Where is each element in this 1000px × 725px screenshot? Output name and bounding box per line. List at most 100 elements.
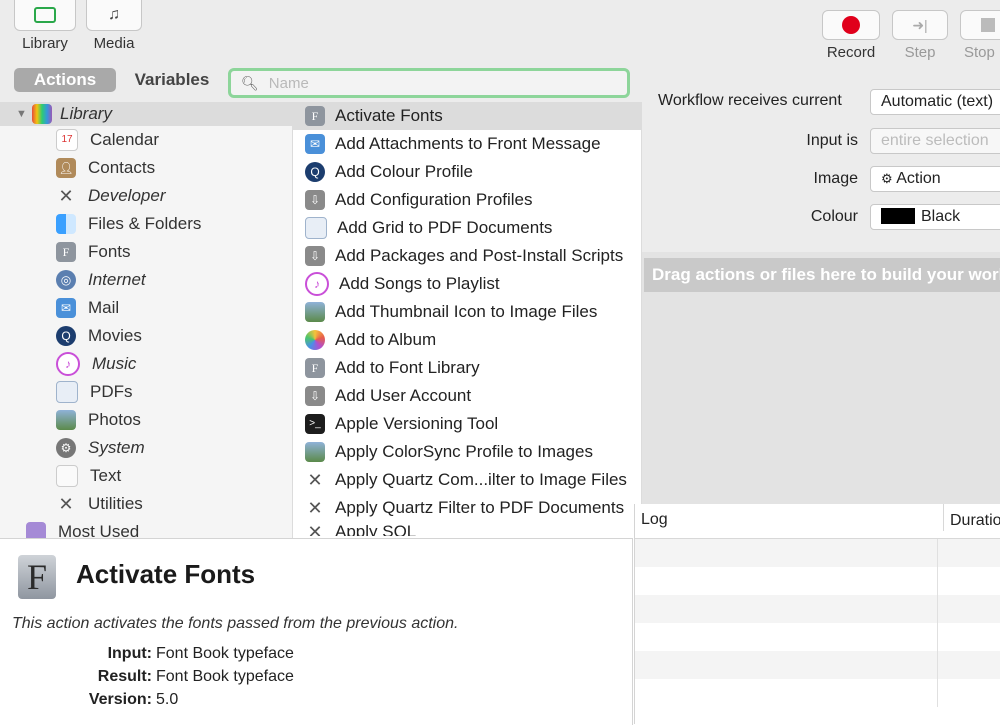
image-select[interactable]: ⚙︎ Action: [870, 166, 1000, 192]
log-row: [635, 679, 1000, 707]
action-label: Apply ColorSync Profile to Images: [335, 442, 593, 461]
media-button[interactable]: ♫ Media: [86, 0, 142, 52]
step-button[interactable]: ➜| Step: [892, 10, 948, 61]
action-item[interactable]: ♪ Add Songs to Playlist: [293, 270, 641, 298]
action-item[interactable]: F Activate Fonts: [293, 102, 641, 130]
library-list[interactable]: ▼ Library 17 Calendar 👤︎ Contacts ✕ Deve…: [0, 102, 293, 538]
drop-hint: Drag actions or files here to build your…: [644, 258, 1000, 292]
media-label: Media: [93, 35, 135, 52]
action-item[interactable]: Add to Album: [293, 326, 641, 354]
music-icon: ♪: [56, 352, 80, 376]
action-item[interactable]: ⇩ Add Configuration Profiles: [293, 186, 641, 214]
log-header: Log Duration: [635, 504, 1000, 539]
record-label: Record: [826, 44, 876, 61]
action-label: Apply Quartz Filter to PDF Documents: [335, 498, 625, 517]
action-item[interactable]: F Add to Font Library: [293, 354, 641, 382]
action-label: Add Songs to Playlist: [339, 274, 500, 293]
log-row: [635, 595, 1000, 623]
installer-icon: ⇩: [305, 246, 325, 266]
library-item[interactable]: ✕ Developer: [0, 182, 292, 210]
colour-select[interactable]: Black: [870, 204, 1000, 230]
library-item-label: PDFs: [90, 382, 133, 401]
library-item-label: Photos: [88, 410, 141, 429]
actions-list[interactable]: F Activate Fonts ✉︎ Add Attachments to F…: [293, 102, 642, 538]
log-table[interactable]: Log Duration: [634, 504, 1000, 724]
action-item[interactable]: Q Add Colour Profile: [293, 158, 641, 186]
log-column-header[interactable]: Log: [641, 511, 668, 529]
workflow-options: Workflow receives current Automatic (tex…: [642, 64, 1000, 252]
library-item[interactable]: Q Movies: [0, 322, 292, 350]
mail-icon: ✉︎: [305, 134, 325, 154]
calendar-icon: 17: [56, 129, 78, 151]
search-field[interactable]: 🔍︎: [228, 68, 630, 98]
input-is-select[interactable]: entire selection: [870, 128, 1000, 154]
action-item[interactable]: Add Thumbnail Icon to Image Files: [293, 298, 641, 326]
library-item[interactable]: F Fonts: [0, 238, 292, 266]
library-item-label: Most Used: [58, 522, 140, 538]
text-icon: [56, 465, 78, 487]
action-label: Add Colour Profile: [335, 162, 473, 181]
library-root-label: Library: [60, 104, 112, 123]
font-book-icon: F: [18, 555, 56, 599]
search-input[interactable]: [266, 73, 611, 93]
log-row: [635, 567, 1000, 595]
installer-icon: ⇩: [305, 190, 325, 210]
library-item[interactable]: ♪ Music: [0, 350, 292, 378]
library-root-item[interactable]: ▼ Library: [0, 102, 292, 126]
library-item[interactable]: ✉︎ Mail: [0, 294, 292, 322]
action-label: Activate Fonts: [335, 106, 443, 125]
library-item[interactable]: Most Used: [0, 518, 292, 538]
disclosure-triangle-icon[interactable]: ▼: [16, 102, 27, 126]
font-book-icon: F: [305, 358, 325, 378]
input-label: Input:: [107, 645, 152, 662]
action-label: Apply Quartz Com...ilter to Image Files: [335, 470, 627, 489]
description-version: Version: 5.0: [10, 691, 178, 709]
tab-variables[interactable]: Variables: [122, 68, 222, 92]
receives-select[interactable]: Automatic (text): [870, 89, 1000, 115]
action-item[interactable]: ✕ Apply Quartz Filter to PDF Documents: [293, 494, 641, 522]
library-item-label: Music: [92, 354, 137, 373]
action-item[interactable]: ⇩ Add Packages and Post-Install Scripts: [293, 242, 641, 270]
library-item[interactable]: Photos: [0, 406, 292, 434]
utilities-icon: ✕: [58, 494, 74, 514]
action-item[interactable]: >_ Apple Versioning Tool: [293, 410, 641, 438]
log-row: [635, 651, 1000, 679]
duration-column-header[interactable]: Duration: [943, 504, 1000, 531]
action-label: Add Configuration Profiles: [335, 190, 533, 209]
description-text: This action activates the fonts passed f…: [12, 615, 459, 632]
colour-swatch: [881, 208, 915, 224]
action-item[interactable]: ✉︎ Add Attachments to Front Message: [293, 130, 641, 158]
action-item[interactable]: ✕ Apply SQL: [293, 522, 641, 536]
action-label: Add to Album: [335, 330, 437, 349]
log-row: [635, 539, 1000, 567]
stop-button[interactable]: Stop: [960, 10, 1000, 61]
library-item[interactable]: ✕ Utilities: [0, 490, 292, 518]
library-item[interactable]: Text: [0, 462, 292, 490]
log-row: [635, 623, 1000, 651]
library-item[interactable]: ⚙︎ System: [0, 434, 292, 462]
font-book-icon: F: [305, 106, 325, 126]
action-item[interactable]: ✕ Apply Quartz Com...ilter to Image File…: [293, 466, 641, 494]
action-item[interactable]: Apply ColorSync Profile to Images: [293, 438, 641, 466]
action-item[interactable]: Add Grid to PDF Documents: [293, 214, 641, 242]
photos-icon: [305, 330, 325, 350]
library-item-label: Calendar: [90, 130, 159, 149]
workflow-drop-area[interactable]: Drag actions or files here to build your…: [642, 252, 1000, 504]
library-item[interactable]: Files & Folders: [0, 210, 292, 238]
developer-icon: ✕: [307, 522, 323, 536]
library-item[interactable]: 👤︎ Contacts: [0, 154, 292, 182]
library-toggle-button[interactable]: Library: [14, 0, 76, 52]
font-book-icon: F: [56, 242, 76, 262]
record-button[interactable]: Record: [822, 10, 880, 61]
library-item-label: Fonts: [88, 242, 131, 261]
library-item[interactable]: 17 Calendar: [0, 126, 292, 154]
action-label: Apple Versioning Tool: [335, 414, 499, 433]
tab-actions[interactable]: Actions: [14, 68, 116, 92]
library-item[interactable]: ◎ Internet: [0, 266, 292, 294]
library-toggle-label: Library: [22, 35, 68, 52]
action-item[interactable]: ⇩ Add User Account: [293, 382, 641, 410]
action-label: Add Thumbnail Icon to Image Files: [335, 302, 598, 321]
library-item[interactable]: PDFs: [0, 378, 292, 406]
step-label: Step: [904, 44, 936, 61]
library-item-label: Mail: [88, 298, 120, 317]
